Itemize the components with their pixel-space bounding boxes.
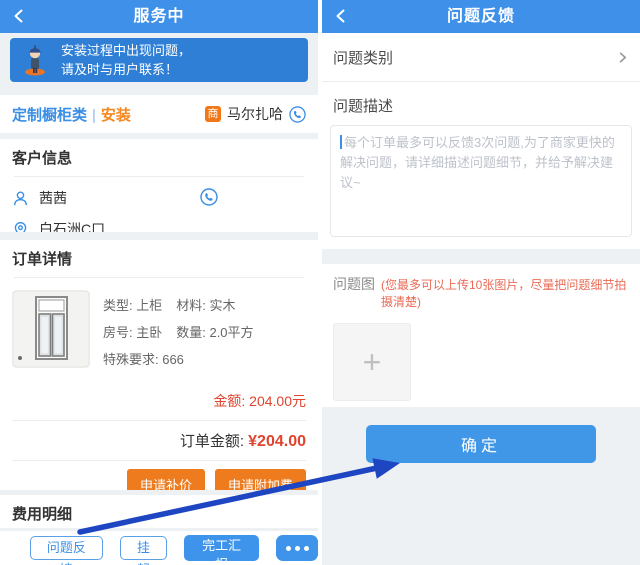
separator: |	[92, 107, 96, 124]
screen-feedback: 问题反馈 问题类别 问题描述 每个订单最多可以反馈3次问题,为了商家更快的解决问…	[322, 0, 640, 565]
spec-quantity: 数量: 2.0平方	[176, 325, 253, 340]
order-total-value: ¥204.00	[248, 433, 306, 450]
spec-line-1: 类型: 上柜材料: 实木	[103, 297, 254, 315]
service-type: 安装	[101, 107, 131, 124]
more-button[interactable]	[276, 535, 318, 561]
phone-icon[interactable]	[289, 106, 306, 123]
order-total-row: 订单金额: ¥204.00	[12, 430, 306, 451]
back-icon[interactable]	[10, 7, 28, 25]
product-specs: 类型: 上柜材料: 实木 房号: 主卧数量: 2.0平方 特殊要求: 666	[103, 290, 254, 378]
customer-name-row: 茜茜	[12, 188, 306, 208]
order-heading: 订单详情	[12, 248, 306, 269]
merchant-badge-icon: 商	[205, 106, 221, 122]
customer-heading: 客户信息	[12, 147, 306, 168]
page-title: 问题反馈	[322, 0, 640, 33]
divider	[14, 277, 304, 278]
bottom-action-bar: 问题反馈 挂起 完工汇报	[0, 531, 318, 565]
add-photo-button[interactable]: +	[333, 323, 411, 401]
order-type-row: 定制橱柜类 | 安装 商 马尔扎哈	[0, 95, 318, 133]
merchant-info: 商 马尔扎哈	[205, 104, 306, 124]
problem-images-label-row: 问题图 (您最多可以上传10张图片，尽量把问题细节拍摄清楚)	[333, 274, 629, 310]
phone-icon[interactable]	[200, 188, 218, 206]
order-card: 订单详情 类型: 上柜材料: 实木	[0, 240, 318, 490]
service-appbar: 服务中	[0, 0, 318, 33]
suspend-button[interactable]: 挂起	[120, 536, 167, 560]
two-screen-composite: 服务中 安装过程中出现问题， 请及时与用户联系！ 定制橱柜类 | 安装	[0, 0, 640, 565]
description-placeholder: 每个订单最多可以反馈3次问题,为了商家更快的解决问题，请详细描述问题细节，并给予…	[340, 135, 615, 190]
plus-icon: +	[363, 346, 382, 378]
apply-supplement-button[interactable]: 申请补价	[127, 469, 205, 490]
problem-category-row[interactable]: 问题类别	[322, 33, 640, 82]
customer-address-row: 白石洲C口	[12, 219, 306, 232]
feedback-appbar: 问题反馈	[322, 0, 640, 33]
divider	[12, 460, 306, 461]
order-total-label: 订单金额:	[180, 433, 248, 450]
worker-mascot-icon	[22, 44, 48, 76]
customer-card: 客户信息 茜茜 白石洲C口	[0, 139, 318, 232]
feedback-button[interactable]: 问题反馈	[30, 536, 103, 560]
confirm-button[interactable]: 确定	[366, 425, 596, 463]
product-row: 类型: 上柜材料: 实木 房号: 主卧数量: 2.0平方 特殊要求: 666	[12, 290, 306, 378]
dot-icon	[304, 546, 309, 551]
section-divider	[322, 249, 640, 264]
merchant-name: 马尔扎哈	[227, 104, 283, 124]
amount-row: 金额: 204.00元	[12, 391, 306, 411]
customer-name: 茜茜	[39, 188, 67, 208]
order-type: 定制橱柜类 | 安装	[12, 104, 131, 125]
order-actions: 申请补价 申请附加费	[12, 469, 306, 490]
divider	[12, 420, 306, 421]
fees-heading: 费用明细	[12, 503, 306, 524]
notice-line1: 安装过程中出现问题，	[61, 41, 191, 60]
chevron-right-icon	[616, 51, 629, 64]
screen-service: 服务中 安装过程中出现问题， 请及时与用户联系！ 定制橱柜类 | 安装	[0, 0, 318, 565]
dot-icon	[286, 546, 291, 551]
problem-category-label: 问题类别	[333, 47, 393, 68]
fees-card: 费用明细	[0, 495, 318, 528]
text-cursor	[340, 135, 342, 149]
divider	[14, 176, 304, 177]
problem-description-input[interactable]: 每个订单最多可以反馈3次问题,为了商家更快的解决问题，请详细描述问题细节，并给予…	[330, 125, 632, 237]
page-title: 服务中	[0, 0, 318, 33]
location-pin-icon	[12, 221, 29, 233]
notice-line2: 请及时与用户联系！	[61, 60, 191, 79]
problem-images-note: (您最多可以上传10张图片，尽量把问题细节拍摄清楚)	[381, 276, 629, 310]
spec-line-3: 特殊要求: 666	[103, 351, 254, 369]
customer-address: 白石洲C口	[39, 219, 105, 232]
bottom-area: 确定	[322, 407, 640, 565]
order-category: 定制橱柜类	[12, 107, 87, 124]
back-icon[interactable]	[332, 7, 350, 25]
dot-icon	[295, 546, 300, 551]
notice-text: 安装过程中出现问题， 请及时与用户联系！	[61, 41, 191, 79]
spec-room: 房号: 主卧	[103, 325, 162, 340]
spec-material: 材料: 实木	[176, 298, 235, 313]
spec-special: 特殊要求: 666	[103, 352, 184, 367]
product-image	[12, 290, 90, 368]
apply-surcharge-button[interactable]: 申请附加费	[215, 469, 306, 490]
problem-images-label: 问题图	[333, 274, 375, 294]
problem-images-section: 问题图 (您最多可以上传10张图片，尽量把问题细节拍摄清楚) +	[322, 264, 640, 407]
problem-description-label: 问题描述	[333, 95, 629, 116]
notice-banner: 安装过程中出现问题， 请及时与用户联系！	[10, 38, 308, 82]
spec-type: 类型: 上柜	[103, 298, 162, 313]
completion-report-button[interactable]: 完工汇报	[184, 535, 259, 561]
person-icon	[12, 190, 29, 207]
spec-line-2: 房号: 主卧数量: 2.0平方	[103, 324, 254, 342]
